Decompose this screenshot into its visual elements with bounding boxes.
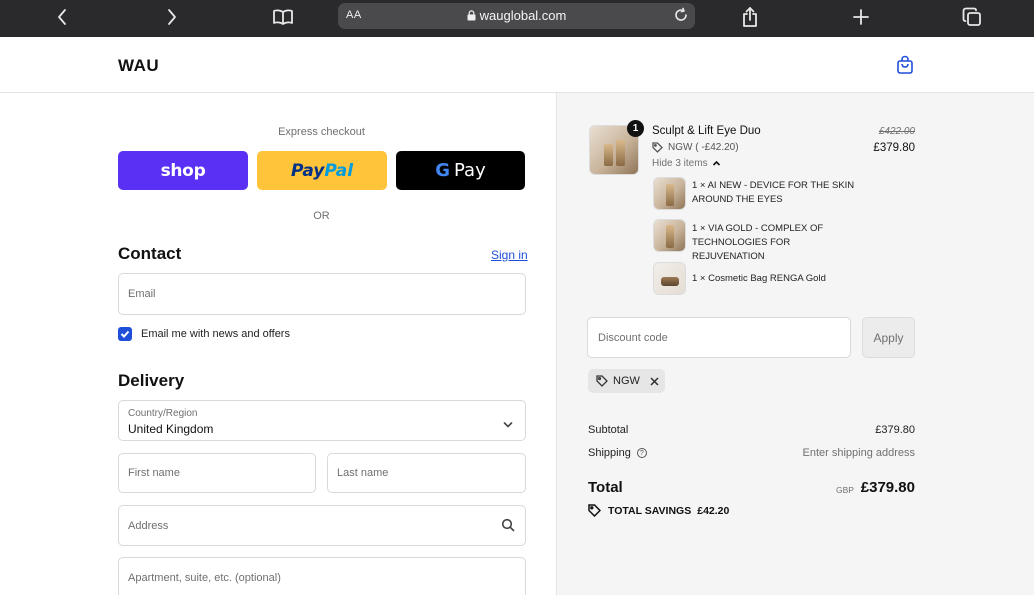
product-name: Sculpt & Lift Eye Duo: [652, 125, 761, 137]
tag-icon: [652, 142, 663, 153]
product-original-price: £422.00: [878, 126, 915, 137]
hide-items-toggle[interactable]: Hide 3 items: [652, 158, 721, 169]
tabs-icon: [962, 7, 981, 26]
cart-button[interactable]: [896, 55, 914, 80]
browser-toolbar: AA wauglobal.com: [0, 0, 1034, 37]
contact-heading: Contact: [118, 244, 182, 263]
applied-discount-code: NGW: [613, 375, 640, 387]
total-currency: GBP: [836, 485, 854, 495]
quantity-badge: 1: [627, 120, 644, 137]
bookmarks-button[interactable]: [270, 3, 296, 31]
shipping-value: Enter shipping address: [802, 447, 915, 459]
product-discount-text: NGW ( -£42.20): [668, 142, 739, 153]
lock-icon: [467, 10, 476, 21]
help-icon[interactable]: ?: [636, 448, 647, 458]
product-bottle-shape: [604, 144, 613, 166]
paypal-button[interactable]: Pay Pal: [257, 151, 387, 190]
url-display: wauglobal.com: [338, 8, 695, 23]
share-icon: [743, 7, 757, 27]
tabs-overview-button[interactable]: [960, 3, 984, 31]
discount-code-field[interactable]: [587, 317, 851, 358]
chevron-down-icon: [503, 416, 513, 434]
tag-icon: [596, 375, 608, 387]
newsletter-checkbox-row[interactable]: Email me with news and offers: [118, 327, 290, 341]
address-input[interactable]: [119, 506, 525, 545]
product-bottle-shape: [616, 140, 625, 166]
last-name-field[interactable]: [327, 453, 526, 493]
newsletter-label: Email me with news and offers: [141, 328, 290, 340]
newsletter-checkbox[interactable]: [118, 327, 132, 341]
country-value: United Kingdom: [128, 422, 214, 436]
book-icon: [273, 9, 293, 25]
or-divider: OR: [313, 210, 330, 222]
product-discount: NGW ( -£42.20): [652, 142, 739, 153]
product-price: £379.80: [873, 142, 915, 154]
shop-pay-button[interactable]: shop: [118, 151, 248, 190]
paypal-label-part1: Pay: [290, 160, 325, 181]
shipping-label: Shipping: [588, 447, 631, 459]
total-savings-value: £42.20: [697, 504, 730, 517]
cosmetic-bag-shape: [661, 277, 679, 286]
shop-pay-label: shop: [160, 160, 206, 181]
email-input[interactable]: [119, 274, 525, 314]
bundle-item-thumbnail: [653, 219, 686, 252]
paypal-label-part2: Pal: [324, 160, 354, 181]
chevron-left-icon: [58, 9, 66, 25]
country-select[interactable]: Country/Region United Kingdom: [118, 400, 526, 441]
chevron-up-icon: [712, 160, 720, 166]
site-header: WAU: [0, 37, 1034, 93]
forward-button[interactable]: [162, 3, 182, 31]
bundle-item: 1 × Cosmetic Bag RENGA Gold: [692, 273, 826, 284]
last-name-input[interactable]: [328, 454, 525, 492]
product-bottle-shape: [666, 184, 674, 206]
back-button[interactable]: [52, 3, 72, 31]
google-g-logo: G: [435, 160, 451, 181]
reload-icon: [675, 7, 687, 21]
remove-discount-button[interactable]: [650, 376, 659, 386]
email-field[interactable]: [118, 273, 526, 315]
shipping-row-label: Shipping ?: [588, 447, 647, 459]
total-savings: TOTAL SAVINGS £42.20: [588, 504, 729, 517]
checkmark-icon: [120, 330, 130, 338]
close-icon: [650, 376, 659, 386]
chevron-right-icon: [168, 9, 176, 25]
url-host: wauglobal.com: [479, 8, 567, 23]
applied-discount-chip: NGW: [588, 369, 665, 393]
bundle-item: 1 × VIA GOLD - COMPLEX OF TECHNOLOGIES F…: [692, 223, 824, 262]
delivery-heading: Delivery: [118, 371, 185, 390]
total-savings-label: TOTAL SAVINGS: [608, 504, 692, 517]
address-bar[interactable]: AA wauglobal.com: [338, 3, 695, 29]
total-value: £379.80: [860, 479, 915, 496]
share-button[interactable]: [739, 3, 761, 31]
apply-discount-button[interactable]: Apply: [862, 317, 915, 358]
address-field[interactable]: [118, 505, 526, 546]
country-label: Country/Region: [128, 408, 198, 419]
new-tab-button[interactable]: [850, 3, 872, 31]
product-bottle-shape: [666, 225, 674, 248]
search-icon: [501, 518, 515, 537]
discount-code-input[interactable]: [588, 318, 850, 357]
google-pay-label: Pay: [454, 160, 486, 181]
google-pay-button[interactable]: G Pay: [396, 151, 525, 190]
tag-icon: [588, 504, 601, 517]
subtotal-value: £379.80: [875, 424, 915, 436]
hide-items-label: Hide 3 items: [652, 158, 708, 169]
bundle-item: 1 × AI NEW - DEVICE FOR THE SKIN AROUND …: [692, 180, 855, 205]
plus-icon: [853, 9, 869, 25]
shopping-bag-icon: [897, 55, 913, 74]
subtotal-label: Subtotal: [588, 424, 629, 436]
total-label: Total: [588, 479, 623, 496]
reload-button[interactable]: [673, 7, 689, 26]
store-logo[interactable]: WAU: [118, 56, 159, 76]
bundle-item-thumbnail: [653, 262, 686, 295]
apartment-input[interactable]: [119, 558, 525, 595]
express-checkout-label: Express checkout: [278, 126, 365, 138]
first-name-input[interactable]: [119, 454, 315, 492]
apartment-field[interactable]: [118, 557, 526, 595]
sign-in-link[interactable]: Sign in: [491, 248, 528, 262]
first-name-field[interactable]: [118, 453, 316, 493]
bundle-item-thumbnail: [653, 177, 686, 210]
